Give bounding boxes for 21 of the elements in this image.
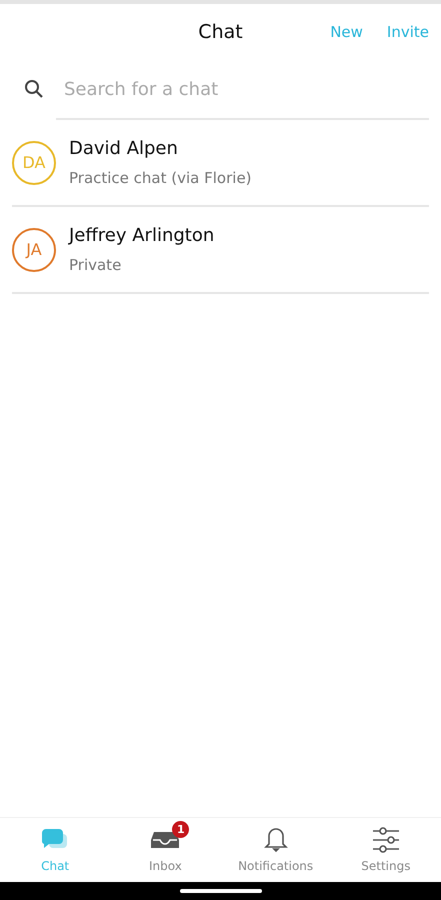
chat-subtitle: Practice chat (via Florie) (69, 169, 252, 187)
bell-icon (264, 827, 288, 853)
chat-subtitle: Private (69, 256, 122, 274)
screen-title: Chat (198, 21, 243, 43)
tab-label: Notifications (238, 859, 314, 873)
tab-label: Settings (361, 859, 410, 873)
tab[interactable]: 1 Inbox (110, 818, 220, 882)
avatar: JA (12, 228, 56, 272)
avatar: DA (12, 140, 56, 184)
header-link[interactable]: New (330, 23, 363, 41)
contact-name: David Alpen (69, 138, 179, 159)
tab-label: Inbox (148, 859, 182, 873)
unread-badge: 1 (172, 821, 190, 838)
tab[interactable]: Notifications (220, 818, 331, 882)
search-icon (24, 79, 44, 99)
tab[interactable]: Chat (0, 818, 110, 882)
contact-name: Jeffrey Arlington (69, 225, 214, 246)
sliders-icon (372, 827, 400, 853)
tab[interactable]: Settings (330, 818, 441, 882)
tab-label: Chat (41, 859, 70, 873)
header-link[interactable]: Invite (386, 23, 429, 41)
